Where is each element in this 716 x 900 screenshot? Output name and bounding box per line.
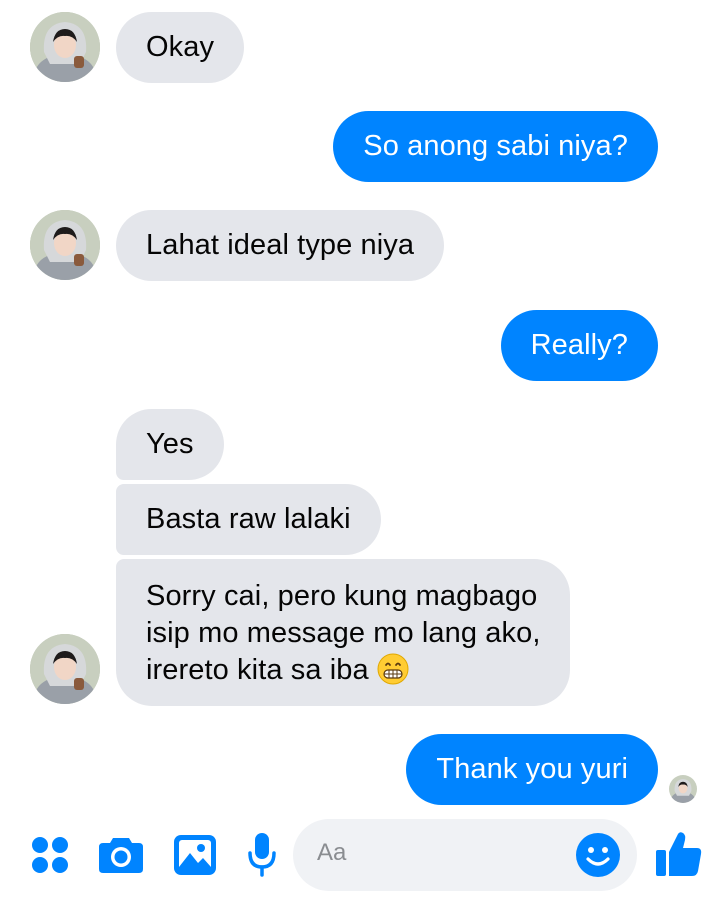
avatar-photo (30, 210, 100, 280)
more-dots-icon[interactable] (31, 836, 69, 874)
microphone-icon[interactable] (247, 831, 277, 879)
message-bubble-incoming[interactable]: Lahat ideal type niya (116, 210, 445, 281)
message-line: isip mo message mo lang ako, (146, 617, 541, 649)
grinning-face-emoji (377, 653, 409, 685)
read-receipt-avatar (669, 775, 697, 803)
message-text: Basta raw lalaki (146, 503, 351, 535)
gallery-icon[interactable] (173, 834, 217, 876)
message-text: So anong sabi niya? (363, 130, 628, 162)
message-bubble-outgoing[interactable]: Thank you yuri (406, 734, 658, 805)
thumbs-up-icon[interactable] (655, 830, 703, 878)
message-text: Really? (530, 329, 628, 361)
avatar-photo (669, 775, 697, 803)
message-input[interactable]: Aa (293, 819, 637, 891)
message-bubble-outgoing[interactable]: Really? (500, 310, 658, 381)
message-text: Lahat ideal type niya (146, 229, 415, 261)
avatar-photo (30, 634, 100, 704)
contact-avatar[interactable] (30, 12, 100, 82)
avatar-photo (30, 12, 100, 82)
message-bubble-incoming[interactable]: Basta raw lalaki (116, 484, 381, 555)
message-bubble-incoming[interactable]: Sorry cai, pero kung magbago isip mo mes… (116, 559, 571, 706)
message-line: Sorry cai, pero kung magbago (146, 580, 538, 612)
emoji-icon[interactable] (575, 832, 621, 883)
message-composer: Aa (0, 814, 716, 900)
message-text: Yes (146, 428, 194, 460)
message-bubble-incoming[interactable]: Okay (116, 12, 245, 83)
camera-icon[interactable] (98, 834, 144, 874)
contact-avatar[interactable] (30, 210, 100, 280)
contact-avatar[interactable] (30, 634, 100, 704)
message-text: Thank you yuri (436, 753, 628, 785)
message-input-placeholder: Aa (317, 839, 347, 866)
message-text: Okay (146, 31, 215, 63)
message-bubble-outgoing[interactable]: So anong sabi niya? (333, 111, 658, 182)
message-bubble-incoming[interactable]: Yes (116, 409, 224, 480)
message-line-with-emoji: irereto kita sa iba (146, 652, 540, 689)
